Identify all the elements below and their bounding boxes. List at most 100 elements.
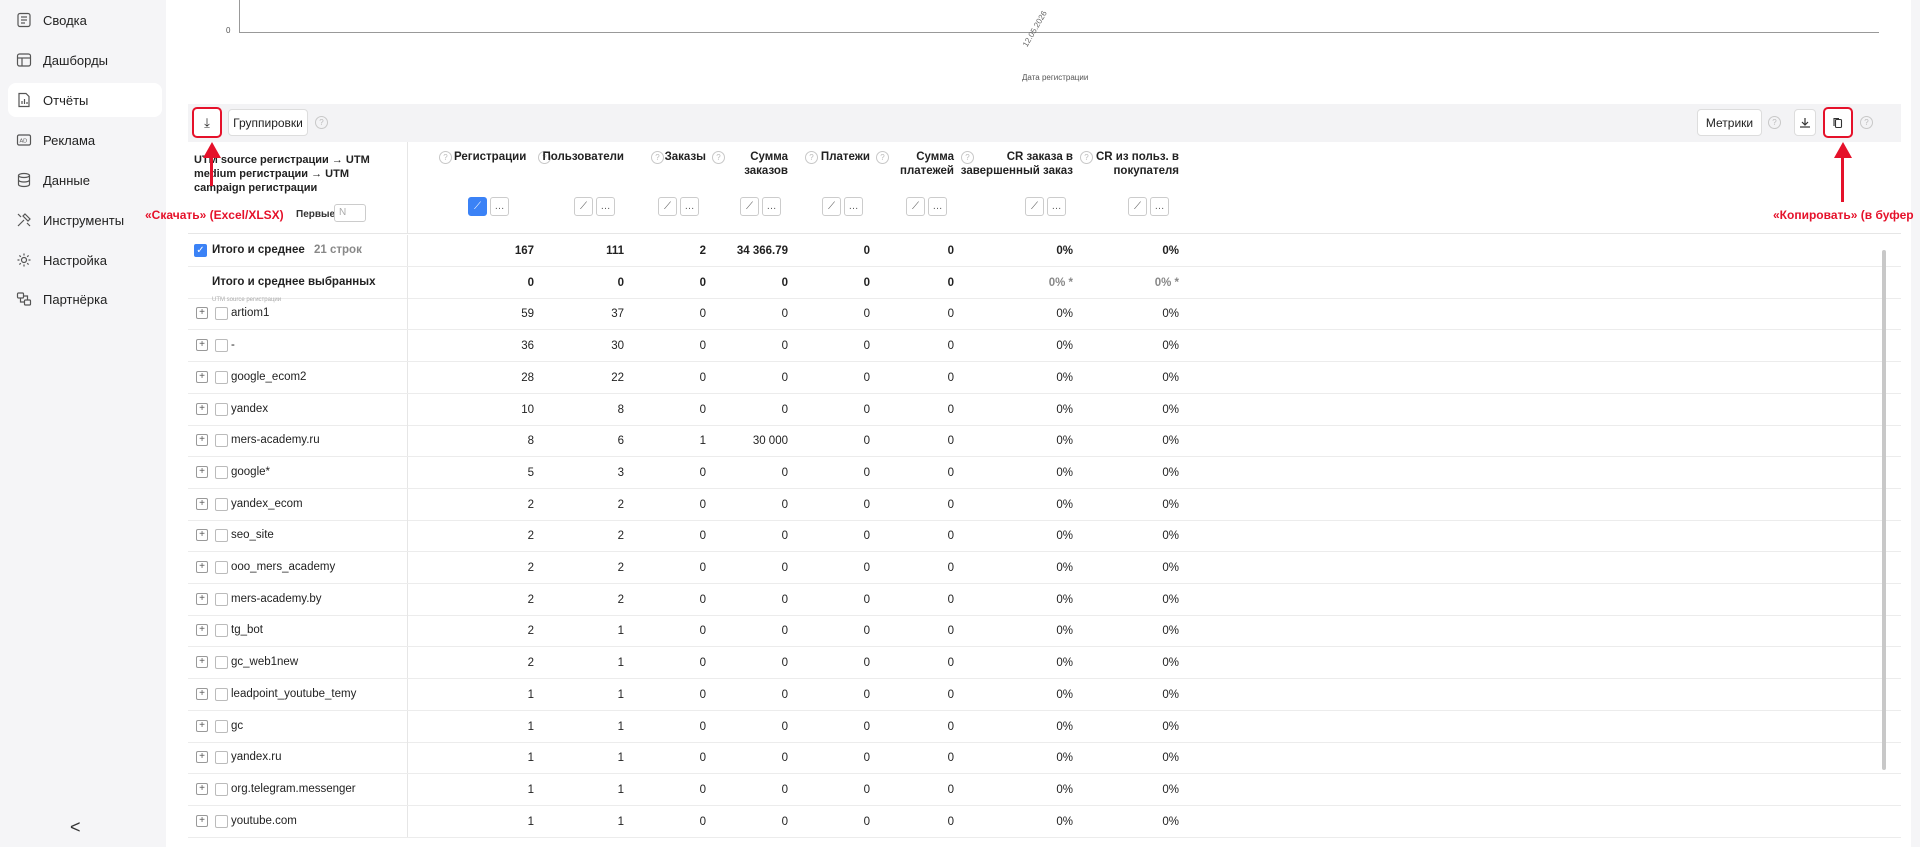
- more-icon[interactable]: …: [844, 197, 863, 216]
- collapse-sidebar-button[interactable]: <: [70, 817, 81, 838]
- sidebar-item-settings[interactable]: Настройка: [8, 243, 162, 277]
- more-icon[interactable]: …: [928, 197, 947, 216]
- row-checkbox[interactable]: [215, 624, 228, 637]
- expand-icon[interactable]: +: [196, 339, 208, 351]
- column-header-orders[interactable]: Заказы: [644, 150, 706, 164]
- table-row[interactable]: + mers-academy.ru 8 6 1 30 000 0 0 0% 0%: [188, 425, 1901, 457]
- row-checkbox[interactable]: [215, 371, 228, 384]
- row-checkbox[interactable]: [215, 466, 228, 479]
- chart-toggle-icon[interactable]: ⟋: [1128, 197, 1147, 216]
- row-checkbox[interactable]: [215, 434, 228, 447]
- row-checkbox[interactable]: [215, 656, 228, 669]
- table-row[interactable]: + seo_site 2 2 0 0 0 0 0% 0%: [188, 520, 1901, 552]
- chart-toggle-icon[interactable]: ⟋: [1025, 197, 1044, 216]
- row-checkbox[interactable]: [215, 561, 228, 574]
- total-row[interactable]: ✓ Итого и среднее 21 строк 167 111 2 34 366.79…: [188, 235, 1901, 267]
- row-checkbox[interactable]: [215, 815, 228, 828]
- dimension-header-label[interactable]: UTM source регистрации → UTM medium реги…: [194, 153, 399, 195]
- vertical-scrollbar[interactable]: [1882, 250, 1886, 770]
- table-row[interactable]: + youtube.com 1 1 0 0 0 0 0% 0%: [188, 806, 1901, 838]
- table-row[interactable]: + yandex_ecom 2 2 0 0 0 0 0% 0%: [188, 489, 1901, 521]
- table-row[interactable]: + org.telegram.messenger 1 1 0 0 0 0 0% 0%: [188, 774, 1901, 806]
- expand-icon[interactable]: +: [196, 783, 208, 795]
- help-icon[interactable]: ?: [1768, 116, 1781, 129]
- table-row[interactable]: + tg_bot 2 1 0 0 0 0 0% 0%: [188, 615, 1901, 647]
- chart-toggle-icon[interactable]: ⟋: [574, 197, 593, 216]
- chart-toggle-icon[interactable]: ⟋: [906, 197, 925, 216]
- chart-toggle-icon[interactable]: ⟋: [658, 197, 677, 216]
- sidebar-item-dashboards[interactable]: Дашборды: [8, 43, 162, 77]
- table-row[interactable]: + mers-academy.by 2 2 0 0 0 0 0% 0%: [188, 584, 1901, 616]
- more-icon[interactable]: …: [762, 197, 781, 216]
- help-icon[interactable]: ?: [315, 116, 328, 129]
- expand-icon[interactable]: +: [196, 751, 208, 763]
- expand-icon[interactable]: +: [196, 371, 208, 383]
- more-icon[interactable]: …: [490, 197, 509, 216]
- table-row[interactable]: + -36 30 0 0 0 0 0% 0%: [188, 330, 1901, 362]
- row-checkbox[interactable]: [215, 529, 228, 542]
- row-checkbox[interactable]: [215, 688, 228, 701]
- more-icon[interactable]: …: [1150, 197, 1169, 216]
- export-button[interactable]: [1794, 109, 1816, 136]
- sidebar-item-partner[interactable]: Партнёрка: [8, 282, 162, 316]
- column-header-payments-sum[interactable]: Сумма платежей: [888, 150, 954, 178]
- expand-icon[interactable]: +: [196, 561, 208, 573]
- row-checkbox[interactable]: [215, 720, 228, 733]
- table-row[interactable]: + google* 5 3 0 0 0 0 0% 0%: [188, 457, 1901, 489]
- column-header-cr-order[interactable]: CR заказа в завершенный заказ: [958, 150, 1073, 178]
- row-checkbox[interactable]: [215, 783, 228, 796]
- expand-icon[interactable]: +: [196, 529, 208, 541]
- sidebar-item-data[interactable]: Данные: [8, 163, 162, 197]
- column-header-orders-sum[interactable]: Сумма заказов: [718, 150, 788, 178]
- download-button[interactable]: ⤓: [192, 107, 222, 138]
- copy-button[interactable]: [1823, 107, 1853, 138]
- column-header-payments[interactable]: Платежи: [808, 150, 870, 164]
- table-row[interactable]: + gc_web1new 2 1 0 0 0 0 0% 0%: [188, 647, 1901, 679]
- column-header-registrations[interactable]: Регистрации: [454, 150, 534, 164]
- sidebar-item-tools[interactable]: Инструменты: [8, 203, 162, 237]
- metrics-button[interactable]: Метрики: [1697, 109, 1762, 136]
- table-cell: 0: [947, 530, 954, 542]
- expand-icon[interactable]: +: [196, 466, 208, 478]
- expand-icon[interactable]: +: [196, 403, 208, 415]
- row-checkbox[interactable]: [215, 403, 228, 416]
- more-icon[interactable]: …: [1047, 197, 1066, 216]
- groupings-button[interactable]: Группировки: [228, 109, 308, 136]
- help-icon[interactable]: ?: [439, 151, 452, 164]
- expand-icon[interactable]: +: [196, 688, 208, 700]
- selected-total-row[interactable]: Итого и среднее выбранных 0 0 0 0 0 0 0% * 0% *: [188, 267, 1901, 299]
- first-n-input[interactable]: N: [334, 204, 366, 222]
- table-row[interactable]: + yandex.ru 1 1 0 0 0 0 0% 0%: [188, 742, 1901, 774]
- expand-icon[interactable]: +: [196, 498, 208, 510]
- more-icon[interactable]: …: [596, 197, 615, 216]
- row-checkbox[interactable]: [215, 593, 228, 606]
- row-checkbox[interactable]: ✓: [194, 244, 207, 257]
- column-header-cr-user[interactable]: CR из польз. в покупателя: [1084, 150, 1179, 178]
- chart-toggle-icon[interactable]: ⟋: [822, 197, 841, 216]
- more-icon[interactable]: …: [680, 197, 699, 216]
- expand-icon[interactable]: +: [196, 720, 208, 732]
- table-row[interactable]: + google_ecom2 28 22 0 0 0 0 0% 0%: [188, 362, 1901, 394]
- table-row[interactable]: + yandex 10 8 0 0 0 0 0% 0%: [188, 394, 1901, 426]
- table-row[interactable]: + artiom1 UTM source регистрации 59 37 0 0 0 0 0%…: [188, 297, 1901, 330]
- expand-icon[interactable]: +: [196, 593, 208, 605]
- table-row[interactable]: + gc 1 1 0 0 0 0 0% 0%: [188, 711, 1901, 743]
- sidebar-item-ads[interactable]: AD Реклама: [8, 123, 162, 157]
- table-row[interactable]: + ooo_mers_academy 2 2 0 0 0 0 0% 0%: [188, 552, 1901, 584]
- expand-icon[interactable]: +: [196, 307, 208, 319]
- row-checkbox[interactable]: [215, 751, 228, 764]
- help-icon[interactable]: ?: [1860, 116, 1873, 129]
- table-row[interactable]: + leadpoint_youtube_temy 1 1 0 0 0 0 0% 0%: [188, 679, 1901, 711]
- expand-icon[interactable]: +: [196, 815, 208, 827]
- row-checkbox[interactable]: [215, 498, 228, 511]
- expand-icon[interactable]: +: [196, 624, 208, 636]
- row-checkbox[interactable]: [215, 307, 228, 320]
- column-header-users[interactable]: Пользователи: [528, 150, 624, 164]
- sidebar-item-summary[interactable]: Сводка: [8, 3, 162, 37]
- row-checkbox[interactable]: [215, 339, 228, 352]
- expand-icon[interactable]: +: [196, 434, 208, 446]
- sidebar-item-reports[interactable]: Отчёты: [8, 83, 162, 117]
- chart-toggle-icon[interactable]: ⟋: [740, 197, 759, 216]
- chart-toggle-icon[interactable]: ⟋: [468, 197, 487, 216]
- expand-icon[interactable]: +: [196, 656, 208, 668]
